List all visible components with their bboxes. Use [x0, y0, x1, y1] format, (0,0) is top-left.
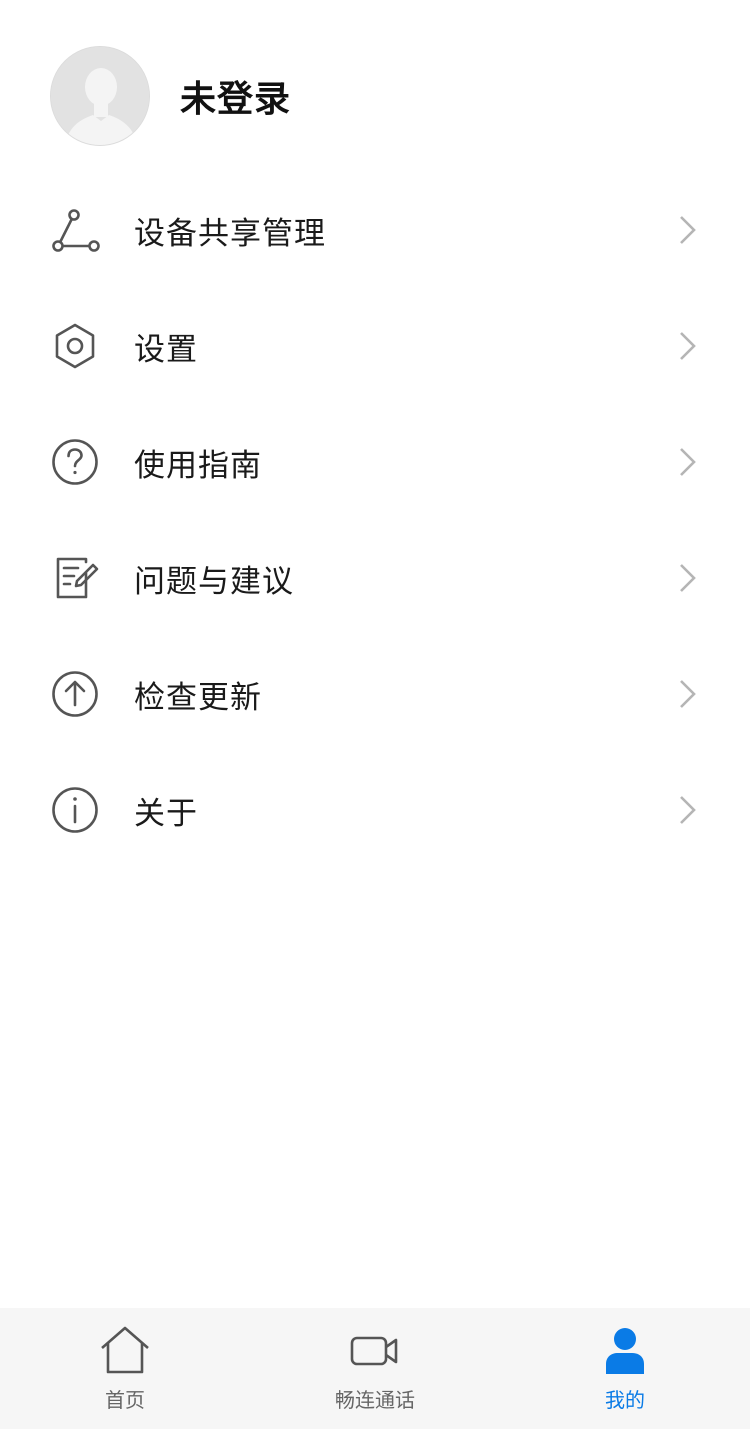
upload-arrow-circle-icon — [50, 669, 100, 719]
share-nodes-icon — [50, 205, 100, 255]
chevron-right-icon — [680, 796, 696, 824]
video-camera-icon — [348, 1326, 402, 1376]
settings-menu-list: 设备共享管理 设置 使用指南 问题与建议 检查更新 关于 — [0, 172, 750, 868]
menu-item-label: 检查更新 — [134, 679, 262, 716]
menu-item-label: 使用指南 — [134, 447, 262, 484]
feedback-edit-icon — [50, 553, 100, 603]
tab-label: 首页 — [105, 1388, 145, 1412]
tab-mine[interactable]: 我的 — [500, 1308, 750, 1429]
chevron-right-icon — [680, 332, 696, 360]
menu-item-label: 设备共享管理 — [134, 215, 326, 252]
menu-item-settings[interactable]: 设置 — [0, 288, 750, 404]
tab-label: 我的 — [605, 1388, 645, 1412]
tab-video-call[interactable]: 畅连通话 — [250, 1308, 500, 1429]
chevron-right-icon — [680, 448, 696, 476]
login-profile-header[interactable]: 未登录 — [50, 46, 291, 146]
profile-page: 未登录 设备共享管理 设置 使用指南 问题与建议 检查更新 关于 首页 畅连通话… — [0, 0, 750, 1429]
home-icon — [98, 1326, 152, 1376]
menu-item-label: 设置 — [134, 331, 198, 368]
login-status-label: 未登录 — [180, 79, 292, 120]
gear-icon — [50, 321, 100, 371]
bottom-tab-bar: 首页 畅连通话 我的 — [0, 1308, 750, 1429]
menu-item-user-guide[interactable]: 使用指南 — [0, 404, 750, 520]
menu-item-feedback[interactable]: 问题与建议 — [0, 520, 750, 636]
chevron-right-icon — [680, 564, 696, 592]
tab-home[interactable]: 首页 — [0, 1308, 250, 1429]
menu-item-check-update[interactable]: 检查更新 — [0, 636, 750, 752]
chevron-right-icon — [680, 680, 696, 708]
default-user-avatar-icon[interactable] — [50, 46, 150, 146]
menu-item-device-sharing[interactable]: 设备共享管理 — [0, 172, 750, 288]
info-circle-icon — [50, 785, 100, 835]
tab-label: 畅连通话 — [335, 1388, 415, 1412]
menu-item-label: 问题与建议 — [134, 563, 294, 600]
menu-item-label: 关于 — [134, 795, 198, 832]
person-icon — [598, 1326, 652, 1376]
chevron-right-icon — [680, 216, 696, 244]
menu-item-about[interactable]: 关于 — [0, 752, 750, 868]
help-circle-icon — [50, 437, 100, 487]
